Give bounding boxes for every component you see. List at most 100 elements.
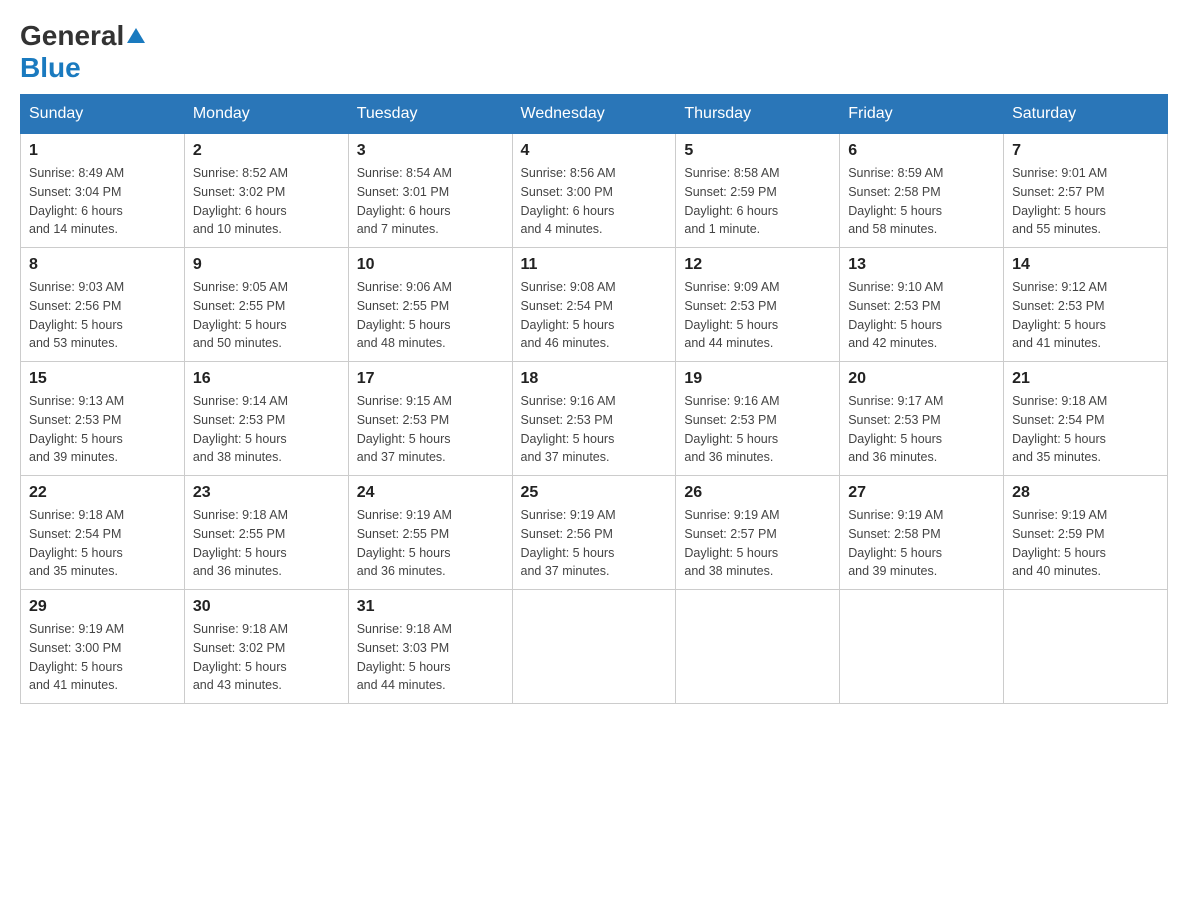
calendar-cell: 16 Sunrise: 9:14 AMSunset: 2:53 PMDaylig… — [184, 362, 348, 476]
logo-triangle-icon — [127, 28, 145, 43]
day-info: Sunrise: 9:19 AMSunset: 2:58 PMDaylight:… — [848, 506, 995, 581]
day-number: 8 — [29, 256, 176, 274]
calendar-cell: 29 Sunrise: 9:19 AMSunset: 3:00 PMDaylig… — [21, 590, 185, 704]
day-number: 2 — [193, 142, 340, 160]
calendar-cell: 23 Sunrise: 9:18 AMSunset: 2:55 PMDaylig… — [184, 476, 348, 590]
calendar-cell — [1004, 590, 1168, 704]
day-info: Sunrise: 9:05 AMSunset: 2:55 PMDaylight:… — [193, 278, 340, 353]
day-info: Sunrise: 9:09 AMSunset: 2:53 PMDaylight:… — [684, 278, 831, 353]
calendar-cell: 20 Sunrise: 9:17 AMSunset: 2:53 PMDaylig… — [840, 362, 1004, 476]
calendar-cell: 9 Sunrise: 9:05 AMSunset: 2:55 PMDayligh… — [184, 248, 348, 362]
day-number: 22 — [29, 484, 176, 502]
day-number: 31 — [357, 598, 504, 616]
day-info: Sunrise: 9:19 AMSunset: 2:57 PMDaylight:… — [684, 506, 831, 581]
day-number: 12 — [684, 256, 831, 274]
day-info: Sunrise: 9:18 AMSunset: 3:02 PMDaylight:… — [193, 620, 340, 695]
day-info: Sunrise: 8:59 AMSunset: 2:58 PMDaylight:… — [848, 164, 995, 239]
calendar-cell: 28 Sunrise: 9:19 AMSunset: 2:59 PMDaylig… — [1004, 476, 1168, 590]
calendar-cell: 17 Sunrise: 9:15 AMSunset: 2:53 PMDaylig… — [348, 362, 512, 476]
day-number: 15 — [29, 370, 176, 388]
calendar-cell: 13 Sunrise: 9:10 AMSunset: 2:53 PMDaylig… — [840, 248, 1004, 362]
logo: General Blue — [20, 20, 145, 84]
calendar-header-sunday: Sunday — [21, 95, 185, 134]
day-number: 10 — [357, 256, 504, 274]
calendar-cell: 31 Sunrise: 9:18 AMSunset: 3:03 PMDaylig… — [348, 590, 512, 704]
calendar-week-row: 1 Sunrise: 8:49 AMSunset: 3:04 PMDayligh… — [21, 134, 1168, 248]
day-info: Sunrise: 8:58 AMSunset: 2:59 PMDaylight:… — [684, 164, 831, 239]
day-number: 23 — [193, 484, 340, 502]
day-number: 24 — [357, 484, 504, 502]
day-number: 9 — [193, 256, 340, 274]
day-info: Sunrise: 9:19 AMSunset: 3:00 PMDaylight:… — [29, 620, 176, 695]
day-info: Sunrise: 9:15 AMSunset: 2:53 PMDaylight:… — [357, 392, 504, 467]
calendar-cell: 11 Sunrise: 9:08 AMSunset: 2:54 PMDaylig… — [512, 248, 676, 362]
day-info: Sunrise: 9:01 AMSunset: 2:57 PMDaylight:… — [1012, 164, 1159, 239]
day-info: Sunrise: 9:12 AMSunset: 2:53 PMDaylight:… — [1012, 278, 1159, 353]
calendar-week-row: 22 Sunrise: 9:18 AMSunset: 2:54 PMDaylig… — [21, 476, 1168, 590]
calendar-cell: 5 Sunrise: 8:58 AMSunset: 2:59 PMDayligh… — [676, 134, 840, 248]
day-info: Sunrise: 9:18 AMSunset: 2:54 PMDaylight:… — [29, 506, 176, 581]
calendar-cell: 7 Sunrise: 9:01 AMSunset: 2:57 PMDayligh… — [1004, 134, 1168, 248]
day-info: Sunrise: 9:19 AMSunset: 2:55 PMDaylight:… — [357, 506, 504, 581]
calendar-header-thursday: Thursday — [676, 95, 840, 134]
day-number: 16 — [193, 370, 340, 388]
day-number: 19 — [684, 370, 831, 388]
calendar-week-row: 8 Sunrise: 9:03 AMSunset: 2:56 PMDayligh… — [21, 248, 1168, 362]
day-info: Sunrise: 9:03 AMSunset: 2:56 PMDaylight:… — [29, 278, 176, 353]
day-number: 6 — [848, 142, 995, 160]
day-number: 29 — [29, 598, 176, 616]
calendar-table: SundayMondayTuesdayWednesdayThursdayFrid… — [20, 94, 1168, 704]
day-number: 18 — [521, 370, 668, 388]
day-info: Sunrise: 8:52 AMSunset: 3:02 PMDaylight:… — [193, 164, 340, 239]
calendar-cell: 27 Sunrise: 9:19 AMSunset: 2:58 PMDaylig… — [840, 476, 1004, 590]
calendar-header-friday: Friday — [840, 95, 1004, 134]
day-number: 21 — [1012, 370, 1159, 388]
calendar-header-tuesday: Tuesday — [348, 95, 512, 134]
day-info: Sunrise: 9:14 AMSunset: 2:53 PMDaylight:… — [193, 392, 340, 467]
calendar-header-wednesday: Wednesday — [512, 95, 676, 134]
calendar-cell: 22 Sunrise: 9:18 AMSunset: 2:54 PMDaylig… — [21, 476, 185, 590]
day-info: Sunrise: 9:18 AMSunset: 2:54 PMDaylight:… — [1012, 392, 1159, 467]
day-number: 13 — [848, 256, 995, 274]
calendar-cell — [840, 590, 1004, 704]
day-number: 30 — [193, 598, 340, 616]
calendar-header-saturday: Saturday — [1004, 95, 1168, 134]
day-number: 17 — [357, 370, 504, 388]
day-number: 4 — [521, 142, 668, 160]
calendar-cell: 19 Sunrise: 9:16 AMSunset: 2:53 PMDaylig… — [676, 362, 840, 476]
day-info: Sunrise: 9:08 AMSunset: 2:54 PMDaylight:… — [521, 278, 668, 353]
day-number: 7 — [1012, 142, 1159, 160]
day-number: 25 — [521, 484, 668, 502]
calendar-cell: 30 Sunrise: 9:18 AMSunset: 3:02 PMDaylig… — [184, 590, 348, 704]
calendar-cell — [512, 590, 676, 704]
calendar-cell: 24 Sunrise: 9:19 AMSunset: 2:55 PMDaylig… — [348, 476, 512, 590]
calendar-cell: 10 Sunrise: 9:06 AMSunset: 2:55 PMDaylig… — [348, 248, 512, 362]
calendar-cell: 25 Sunrise: 9:19 AMSunset: 2:56 PMDaylig… — [512, 476, 676, 590]
calendar-cell: 18 Sunrise: 9:16 AMSunset: 2:53 PMDaylig… — [512, 362, 676, 476]
calendar-header-monday: Monday — [184, 95, 348, 134]
day-info: Sunrise: 9:19 AMSunset: 2:59 PMDaylight:… — [1012, 506, 1159, 581]
day-number: 1 — [29, 142, 176, 160]
day-number: 3 — [357, 142, 504, 160]
day-number: 5 — [684, 142, 831, 160]
calendar-week-row: 29 Sunrise: 9:19 AMSunset: 3:00 PMDaylig… — [21, 590, 1168, 704]
day-info: Sunrise: 9:06 AMSunset: 2:55 PMDaylight:… — [357, 278, 504, 353]
calendar-cell: 12 Sunrise: 9:09 AMSunset: 2:53 PMDaylig… — [676, 248, 840, 362]
day-info: Sunrise: 8:56 AMSunset: 3:00 PMDaylight:… — [521, 164, 668, 239]
calendar-cell: 2 Sunrise: 8:52 AMSunset: 3:02 PMDayligh… — [184, 134, 348, 248]
calendar-cell: 3 Sunrise: 8:54 AMSunset: 3:01 PMDayligh… — [348, 134, 512, 248]
day-number: 26 — [684, 484, 831, 502]
day-info: Sunrise: 9:18 AMSunset: 3:03 PMDaylight:… — [357, 620, 504, 695]
calendar-cell: 21 Sunrise: 9:18 AMSunset: 2:54 PMDaylig… — [1004, 362, 1168, 476]
day-info: Sunrise: 9:18 AMSunset: 2:55 PMDaylight:… — [193, 506, 340, 581]
logo-general-text: General — [20, 20, 124, 52]
day-number: 20 — [848, 370, 995, 388]
day-info: Sunrise: 9:13 AMSunset: 2:53 PMDaylight:… — [29, 392, 176, 467]
calendar-cell: 26 Sunrise: 9:19 AMSunset: 2:57 PMDaylig… — [676, 476, 840, 590]
day-info: Sunrise: 9:19 AMSunset: 2:56 PMDaylight:… — [521, 506, 668, 581]
day-info: Sunrise: 9:10 AMSunset: 2:53 PMDaylight:… — [848, 278, 995, 353]
calendar-cell — [676, 590, 840, 704]
logo-blue-text: Blue — [20, 52, 81, 83]
calendar-cell: 6 Sunrise: 8:59 AMSunset: 2:58 PMDayligh… — [840, 134, 1004, 248]
calendar-cell: 1 Sunrise: 8:49 AMSunset: 3:04 PMDayligh… — [21, 134, 185, 248]
